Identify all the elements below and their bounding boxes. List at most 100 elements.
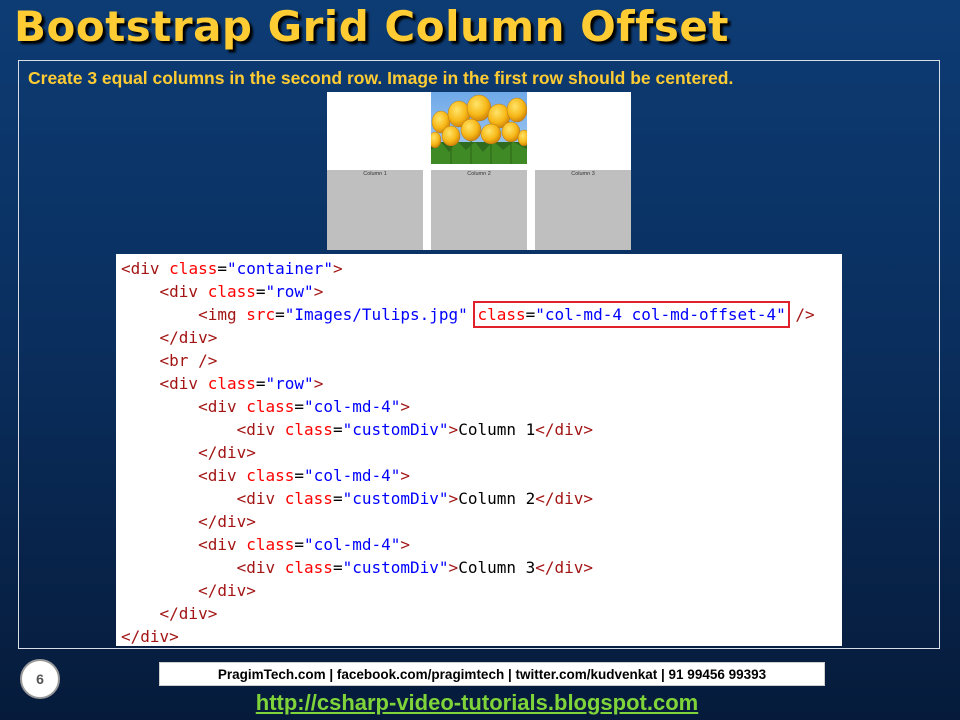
code-line: <div class="col-md-4">	[121, 464, 842, 487]
preview-column-2: Column 2	[431, 170, 527, 250]
code-snippet: <div class="container"> <div class="row"…	[116, 254, 842, 646]
code-token: "col-md-4"	[304, 535, 401, 554]
blog-link[interactable]: http://csharp-video-tutorials.blogspot.c…	[0, 690, 954, 716]
code-line: <div class="customDiv">Column 3</div>	[121, 556, 842, 579]
code-token: <div	[198, 535, 247, 554]
code-line: </div>	[121, 625, 842, 648]
code-token: </div>	[535, 558, 594, 577]
code-token: "col-md-4"	[304, 466, 401, 485]
code-token: class	[169, 259, 218, 278]
code-token: =	[275, 305, 285, 324]
code-token: <div	[121, 259, 170, 278]
code-token: class	[246, 535, 295, 554]
code-token: "col-md-4"	[304, 397, 401, 416]
code-token: </div>	[535, 489, 594, 508]
code-token: "customDiv"	[342, 558, 449, 577]
code-token: <div	[236, 420, 285, 439]
code-line: <div class="col-md-4">	[121, 533, 842, 556]
code-token: class	[284, 558, 333, 577]
code-token: class	[284, 420, 333, 439]
code-line: </div>	[121, 441, 842, 464]
code-token: Column 2	[458, 489, 536, 508]
code-token: >	[313, 374, 324, 393]
code-token: </div>	[198, 581, 256, 600]
code-token: =	[255, 282, 266, 301]
code-token: "customDiv"	[342, 420, 449, 439]
code-token: Column 1	[458, 420, 536, 439]
layout-preview: Column 1 Column 2 Column 3	[327, 92, 631, 250]
code-token: Column 3	[458, 558, 536, 577]
code-token: >	[400, 466, 411, 485]
code-token: <div	[198, 466, 247, 485]
code-line: <div class="row">	[121, 372, 842, 395]
code-token: class	[284, 489, 333, 508]
code-token: <div	[236, 558, 285, 577]
code-token: "row"	[265, 374, 314, 393]
code-token: >	[400, 397, 411, 416]
contact-bar: PragimTech.com | facebook.com/pragimtech…	[159, 662, 825, 686]
code-token: =	[294, 466, 305, 485]
code-token: </div>	[198, 512, 256, 531]
code-token: >	[400, 535, 411, 554]
code-token: <div	[236, 489, 285, 508]
code-token: =	[294, 535, 305, 554]
code-line: <div class="col-md-4">	[121, 395, 842, 418]
code-line: <div class="row">	[121, 280, 842, 303]
code-token: "col-md-4 col-md-offset-4"	[535, 305, 786, 324]
tulips-image	[431, 92, 527, 164]
code-line: </div>	[121, 510, 842, 533]
preview-column-label: Column 1	[363, 171, 387, 177]
code-token: </div>	[121, 627, 179, 646]
code-token: =	[332, 420, 343, 439]
code-token: </div>	[159, 328, 218, 347]
code-token: =	[294, 397, 305, 416]
code-token: src	[246, 305, 276, 324]
preview-column-3: Column 3	[535, 170, 631, 250]
code-token: >	[448, 558, 459, 577]
code-token: "customDiv"	[342, 489, 449, 508]
code-token: </div>	[198, 443, 256, 462]
code-token: class	[246, 466, 295, 485]
code-token: class	[246, 397, 295, 416]
code-token: <div	[159, 374, 208, 393]
code-token: </div>	[159, 604, 218, 623]
code-token: "row"	[265, 282, 314, 301]
instruction-text: Create 3 equal columns in the second row…	[28, 68, 734, 88]
code-line: </div>	[121, 326, 842, 349]
code-token: >	[332, 259, 343, 278]
highlight-box: class="col-md-4 col-md-offset-4"	[473, 301, 790, 328]
code-token: </div>	[535, 420, 594, 439]
code-token: />	[795, 305, 815, 324]
code-token: "Images/Tulips.jpg"	[284, 305, 468, 324]
code-token: <div	[159, 282, 208, 301]
code-line: <div class="customDiv">Column 1</div>	[121, 418, 842, 441]
code-line: <br />	[121, 349, 842, 372]
code-token: >	[448, 489, 459, 508]
code-line: <img src="Images/Tulips.jpg" class="col-…	[121, 301, 842, 328]
code-token: <br />	[159, 351, 218, 370]
code-line: <div class="customDiv">Column 2</div>	[121, 487, 842, 510]
code-token: =	[217, 259, 227, 278]
code-token: "container"	[226, 259, 333, 278]
code-token: >	[448, 420, 459, 439]
preview-column-1: Column 1	[327, 170, 423, 250]
code-line: </div>	[121, 579, 842, 602]
code-token: <div	[198, 397, 247, 416]
code-token: class	[207, 374, 256, 393]
code-token: class	[477, 305, 526, 324]
code-token: =	[255, 374, 266, 393]
tulips-picture	[431, 92, 527, 164]
code-token: =	[332, 489, 343, 508]
code-line: <div class="container">	[121, 257, 842, 280]
code-token: >	[313, 282, 324, 301]
preview-column-label: Column 3	[571, 171, 595, 177]
code-token: class	[207, 282, 256, 301]
code-token: <img	[198, 305, 247, 324]
code-line: </div>	[121, 602, 842, 625]
code-token: =	[525, 305, 536, 324]
slide-title: Bootstrap Grid Column Offset	[14, 2, 729, 51]
preview-column-label: Column 2	[467, 171, 491, 177]
code-token: =	[332, 558, 343, 577]
